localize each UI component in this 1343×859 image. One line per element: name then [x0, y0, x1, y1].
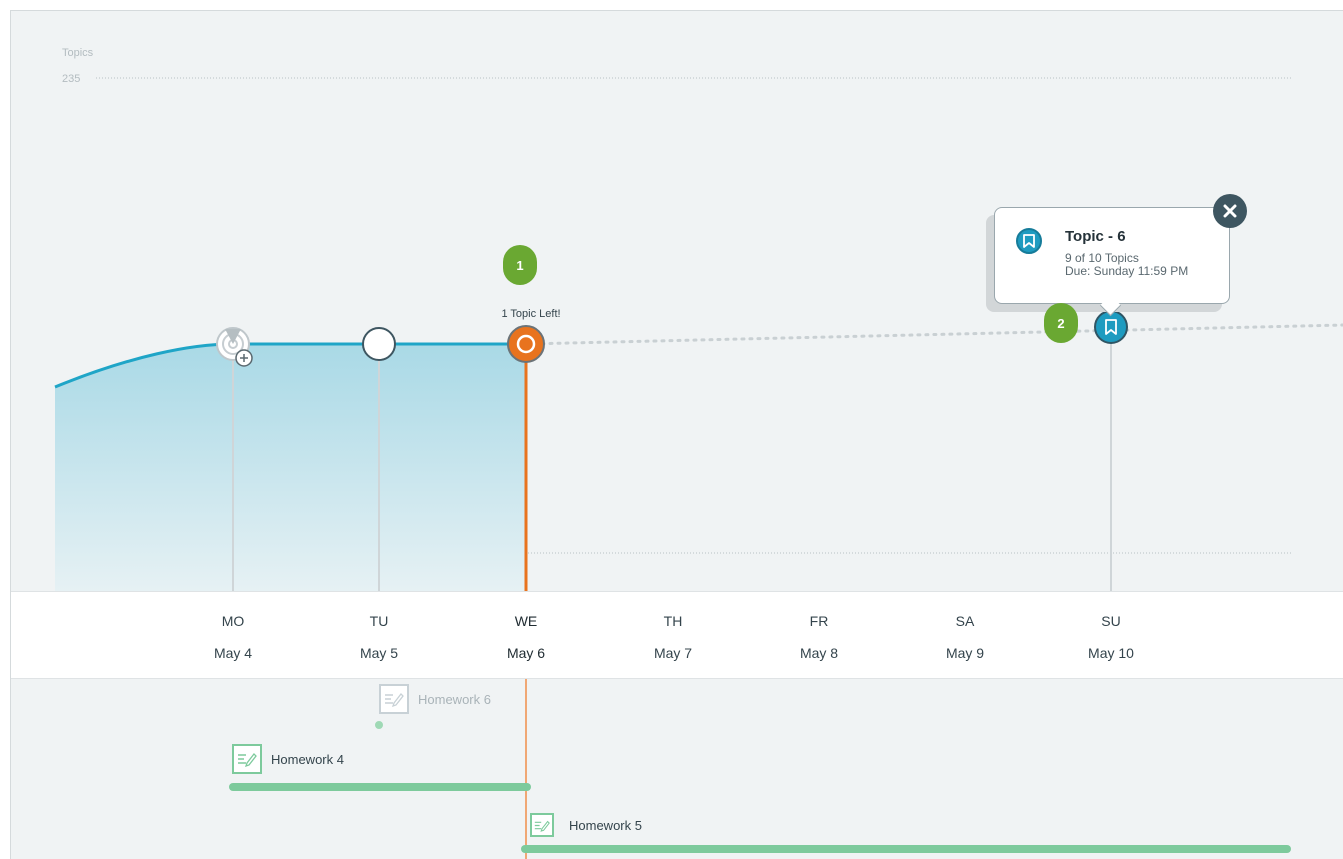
homework-marker: [375, 721, 383, 729]
homework-icon: [232, 744, 262, 774]
node-tu[interactable]: [362, 327, 396, 361]
homework-name: Homework 5: [569, 817, 642, 833]
due-day-badge: 2: [1044, 303, 1078, 343]
day-we[interactable]: WE May 6: [486, 591, 566, 661]
day-abbr: FR: [809, 613, 829, 629]
homework-name: Homework 6: [418, 691, 491, 707]
node-we-current[interactable]: [507, 325, 545, 363]
day-fr[interactable]: FR May 8: [779, 591, 859, 661]
day-abbr: WE: [514, 613, 538, 629]
topic-tooltip: Topic - 6 9 of 10 Topics Due: Sunday 11:…: [994, 207, 1230, 304]
homework-name: Homework 4: [271, 751, 344, 767]
bookmark-icon: [1016, 228, 1042, 254]
day-date: May 4: [213, 645, 253, 661]
homework-item[interactable]: Homework 6: [379, 684, 491, 714]
tooltip-title: Topic - 6: [1065, 228, 1126, 245]
day-tu[interactable]: TU May 5: [339, 591, 419, 661]
day-su[interactable]: SU May 10: [1071, 591, 1151, 661]
homework-item[interactable]: Homework 4: [232, 744, 344, 774]
tooltip-due: Due: Sunday 11:59 PM: [1065, 264, 1189, 278]
node-su-bookmark-icon[interactable]: [1094, 310, 1128, 344]
day-date: May 7: [653, 645, 693, 661]
y-tick-bottom: 210: [62, 548, 81, 560]
day-abbr: SU: [1101, 613, 1121, 629]
homework-icon: [379, 684, 409, 714]
add-icon[interactable]: [235, 349, 253, 367]
day-th[interactable]: TH May 7: [633, 591, 713, 661]
day-date: May 6: [506, 645, 546, 661]
day-abbr: MO: [221, 613, 245, 629]
homework-icon: [530, 813, 554, 837]
day-date: May 5: [359, 645, 399, 661]
day-date: May 10: [1088, 645, 1134, 661]
day-mo[interactable]: MO May 4: [193, 591, 273, 661]
tooltip-progress: 9 of 10 Topics: [1065, 251, 1139, 265]
homework-item[interactable]: Homework 5: [530, 813, 642, 837]
day-date: May 9: [945, 645, 985, 661]
y-axis-title: Topics: [62, 47, 94, 59]
day-date: May 8: [799, 645, 839, 661]
day-abbr: TH: [663, 613, 683, 629]
progress-timeline: Topics 235 210 1 1 Topic Left! Topic - 6…: [10, 10, 1343, 859]
y-tick-top: 235: [62, 73, 81, 85]
homework-bar[interactable]: [521, 845, 1291, 853]
day-abbr: SA: [955, 613, 975, 629]
day-abbr: TU: [369, 613, 389, 629]
homework-bar[interactable]: [229, 783, 531, 791]
current-day-badge: 1: [503, 245, 537, 285]
homework-track: [11, 679, 1343, 859]
close-icon[interactable]: [1213, 194, 1247, 228]
topics-left-label: 1 Topic Left!: [501, 308, 561, 320]
day-sa[interactable]: SA May 9: [925, 591, 1005, 661]
